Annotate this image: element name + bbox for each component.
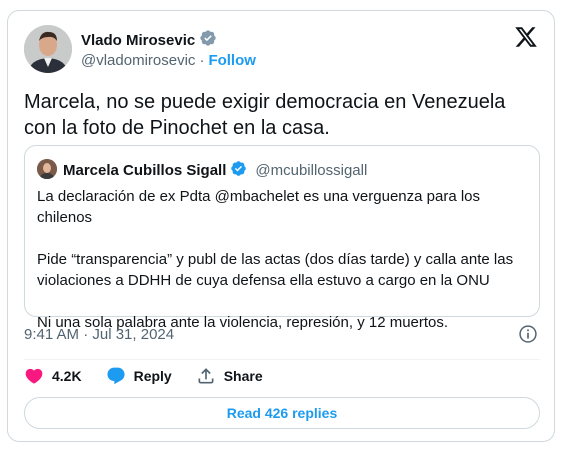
share-button[interactable]: Share (196, 366, 263, 386)
author-handle[interactable]: @vladomirosevic (81, 52, 195, 69)
verified-icon (230, 160, 247, 181)
quoted-paragraph: Pide “transparencia” y publ de las actas… (37, 251, 514, 289)
quoted-text: La declaración de ex Pdta @mbachelet es … (37, 186, 531, 333)
quoted-avatar (37, 159, 57, 179)
reply-label: Reply (133, 368, 172, 384)
share-icon (196, 366, 216, 386)
tweet-text: Marcela, no se puede exigir democracia e… (24, 91, 506, 139)
tweet-timestamp[interactable]: 9:41 AM · Jul 31, 2024 (24, 326, 174, 343)
author-name-row: Vlado Mirosevic (81, 29, 217, 52)
quoted-author-handle: @mcubillossigall (255, 162, 368, 179)
reply-bubble-icon (106, 366, 126, 386)
like-button[interactable]: 4.2K (24, 366, 82, 386)
author-name[interactable]: Vlado Mirosevic (81, 32, 195, 49)
tweet-card: Vlado Mirosevic @vladomirosevic · Follow… (7, 10, 555, 442)
author-handle-row: @vladomirosevic · Follow (81, 52, 256, 69)
share-label: Share (223, 368, 263, 384)
reply-button[interactable]: Reply (106, 366, 172, 386)
info-icon[interactable] (518, 324, 538, 344)
follow-button[interactable]: Follow (208, 52, 256, 69)
quoted-author-name: Marcela Cubillos Sigall (63, 162, 227, 179)
heart-icon (24, 366, 44, 386)
verified-icon (199, 29, 217, 52)
like-count: 4.2K (52, 368, 82, 384)
read-replies-button[interactable]: Read 426 replies (24, 397, 540, 429)
separator-dot: · (199, 52, 205, 69)
divider (24, 359, 540, 360)
quoted-header: Marcela Cubillos Sigall @mcubillossigall (63, 160, 367, 181)
quoted-paragraph: La declaración de ex Pdta @mbachelet es … (37, 188, 481, 226)
author-photo (24, 25, 72, 73)
x-logo-icon[interactable] (514, 25, 538, 49)
quoted-tweet[interactable]: Marcela Cubillos Sigall @mcubillossigall… (24, 145, 540, 331)
author-avatar[interactable] (24, 25, 72, 73)
action-bar: 4.2K Reply Share (24, 366, 287, 386)
